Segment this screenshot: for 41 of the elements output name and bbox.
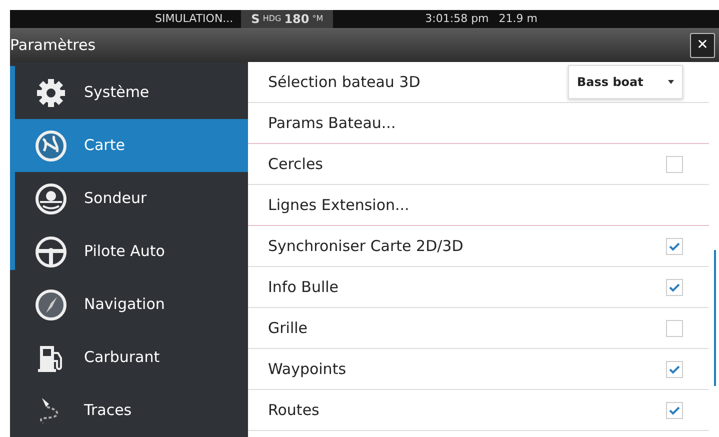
- dropdown-field[interactable]: Bass boat: [568, 65, 683, 99]
- setting-label: Waypoints: [268, 358, 346, 380]
- setting-label: Synchroniser Carte 2D/3D: [268, 236, 464, 257]
- sidebar-item[interactable]: Traces: [15, 384, 248, 437]
- time-text: 3:01:58 pm: [425, 10, 489, 27]
- sidebar-item[interactable]: Système: [15, 66, 248, 119]
- setting-link[interactable]: Lignes Extension...: [268, 194, 410, 216]
- sonar-icon: [34, 182, 68, 216]
- setting-label: Info Bulle: [268, 276, 339, 298]
- checkbox[interactable]: [666, 238, 683, 254]
- heading-label: HDG: [262, 13, 282, 25]
- checkbox[interactable]: [666, 402, 683, 418]
- setting-label: Routes: [268, 400, 320, 421]
- close-button[interactable]: ✕: [690, 32, 715, 58]
- checkbox[interactable]: [666, 156, 683, 172]
- sidebar-item[interactable]: Navigation: [15, 278, 248, 331]
- setting-label: Cercles: [268, 154, 323, 175]
- checkbox[interactable]: [666, 320, 683, 336]
- checkbox[interactable]: [666, 360, 683, 378]
- compass-icon: [34, 288, 68, 322]
- heading-value: 180: [284, 11, 310, 28]
- setting-label: Grille: [268, 318, 308, 339]
- check-icon: [669, 242, 680, 250]
- sidebar-item[interactable]: Pilote Auto: [15, 225, 248, 278]
- sidebar-item[interactable]: Carte: [15, 119, 248, 172]
- heading-unit: °M: [312, 13, 324, 25]
- status-text: SIMULATION...: [155, 10, 234, 27]
- heading-text: S: [251, 11, 260, 28]
- steering-wheel-icon: [34, 234, 68, 268]
- sidebar-item[interactable]: Sondeur: [15, 172, 248, 225]
- check-icon: [669, 282, 680, 292]
- setting-label: Sélection bateau 3D: [268, 72, 420, 93]
- check-icon: [669, 364, 680, 374]
- check-icon: [669, 406, 680, 414]
- checkbox[interactable]: [666, 278, 683, 296]
- globe-icon: [34, 128, 68, 162]
- sidebar-item[interactable]: Carburant: [15, 331, 248, 384]
- setting-link[interactable]: Params Bateau...: [268, 112, 396, 134]
- window-title: Paramètres: [10, 34, 96, 56]
- caret-icon: [668, 80, 674, 84]
- depth-text: 21.9 m: [498, 10, 538, 27]
